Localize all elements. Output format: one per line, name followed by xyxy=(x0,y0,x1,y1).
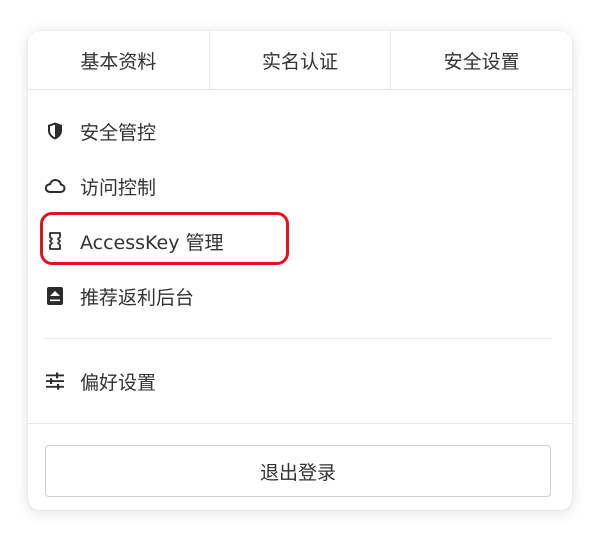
tab-basic-info[interactable]: 基本资料 xyxy=(28,31,209,89)
tab-security-settings[interactable]: 安全设置 xyxy=(390,31,572,89)
menu-item-label: 推荐返利后台 xyxy=(80,286,195,309)
logout-button[interactable]: 退出登录 xyxy=(45,445,551,497)
menu-item-rebate-backend[interactable]: 推荐返利后台 xyxy=(44,276,194,316)
menu-item-security-control[interactable]: 安全管控 xyxy=(44,111,156,151)
footer-divider xyxy=(28,423,572,424)
account-tabs: 基本资料 实名认证 安全设置 xyxy=(28,31,572,90)
key-icon xyxy=(44,230,66,252)
menu-item-accesskey-management[interactable]: AccessKey 管理 xyxy=(44,221,224,261)
menu-item-preferences[interactable]: 偏好设置 xyxy=(44,361,156,401)
menu-divider xyxy=(44,338,552,339)
tab-real-name-auth[interactable]: 实名认证 xyxy=(208,31,391,89)
menu-item-label: 偏好设置 xyxy=(80,371,157,394)
menu-item-access-control[interactable]: 访问控制 xyxy=(44,166,156,206)
menu-item-label: 安全管控 xyxy=(80,121,157,144)
rebate-icon xyxy=(44,285,66,307)
account-dropdown-panel: 基本资料 实名认证 安全设置 安全管控 访问控制 AccessKey 管理 推荐… xyxy=(28,31,572,510)
menu-item-label: 访问控制 xyxy=(80,176,157,199)
sliders-icon xyxy=(44,370,66,392)
cloud-icon xyxy=(44,175,66,197)
shield-icon xyxy=(44,120,66,142)
menu-item-label: AccessKey 管理 xyxy=(80,231,224,254)
